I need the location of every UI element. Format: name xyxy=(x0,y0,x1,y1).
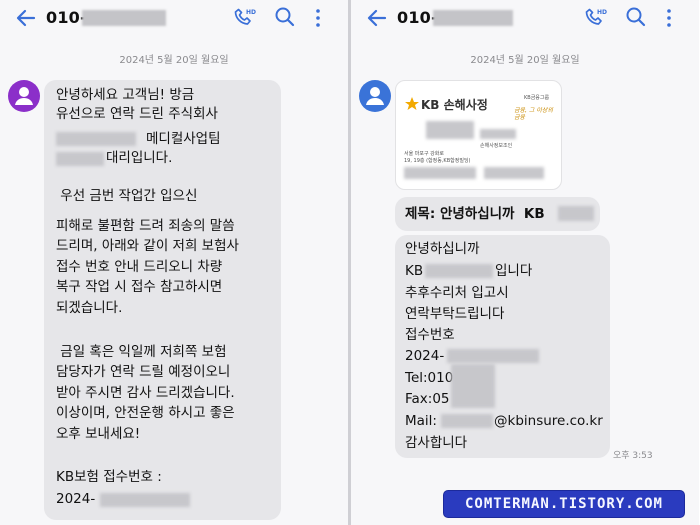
message-line: 추후수리처 입고시 xyxy=(405,285,509,301)
top-bar: 010- HD xyxy=(0,0,348,36)
message-line: 담당자가 연락 드릴 예정이오니 xyxy=(56,364,231,380)
message-line: 감사합니다 xyxy=(405,435,468,451)
date-divider: 2024년 5월 20일 월요일 xyxy=(119,55,229,66)
message-line: 피해로 불편함 드려 죄송의 말씀 xyxy=(56,218,235,234)
message-line: KB보험 접수번호 : xyxy=(56,469,162,485)
message-line: Mail: xyxy=(405,413,437,429)
contact-number-title: 010- xyxy=(46,8,87,27)
message-line: 받아 주시면 감사 드리겠습니다. xyxy=(56,385,235,401)
contact-avatar[interactable] xyxy=(359,80,391,112)
message-line: 유선으로 연락 드린 주식회사 xyxy=(56,106,218,122)
redacted-number-blur xyxy=(82,10,166,26)
more-options-icon[interactable] xyxy=(663,6,675,30)
message-line: 되겠습니다. xyxy=(56,300,123,316)
search-icon[interactable] xyxy=(274,6,296,28)
message-line: 오후 보내세요! xyxy=(56,426,141,442)
kb-slogan: 금융, 그 이상의 금융 xyxy=(514,107,553,121)
kb-star-logo-icon xyxy=(405,97,419,110)
kb-group-text: KB금융그룹 xyxy=(524,95,550,101)
message-line: 복구 작업 시 접수 참고하시면 xyxy=(56,279,223,295)
message-line: 입니다 xyxy=(495,263,533,279)
message-timestamp: 오후 3:53 xyxy=(613,451,653,461)
message-line: 대리입니다. xyxy=(106,150,173,166)
svg-text:HD: HD xyxy=(597,9,607,16)
search-icon[interactable] xyxy=(625,6,647,28)
kb-logo-text: KB 손해사정 xyxy=(421,98,488,112)
message-line: Fax:05 xyxy=(405,391,450,407)
redacted-text-blur xyxy=(426,121,474,139)
message-line: 2024- xyxy=(405,348,445,364)
message-line: 우선 금번 작업간 입으신 xyxy=(56,188,198,204)
card-dept: 손해사정보조인 xyxy=(480,143,513,149)
top-bar: 010- HD xyxy=(351,0,699,36)
contact-avatar[interactable] xyxy=(8,80,40,112)
card-address: 서울 마포구 강화로 xyxy=(404,151,444,157)
more-options-icon[interactable] xyxy=(312,6,324,30)
conversation-panel-left: 010- HD 2024년 5월 20일 월요일 안녕하세요 고객님! 방금 유… xyxy=(0,0,348,525)
redacted-text-blur xyxy=(100,493,190,507)
redacted-text-blur xyxy=(425,264,493,278)
message-line: @kbinsure.co.kr xyxy=(494,413,603,429)
contact-number-title: 010- xyxy=(397,8,438,27)
message-line: Tel:010 xyxy=(405,370,454,386)
message-line: KB xyxy=(405,263,424,279)
back-arrow-icon[interactable] xyxy=(14,6,38,30)
redacted-text-blur xyxy=(480,129,516,139)
conversation-panel-right: 010- HD 2024년 5월 20일 월요일 KB 손해사정 KB금융그룹 … xyxy=(351,0,699,525)
message-subject: 제목: 안녕하십니까 KB xyxy=(405,206,545,222)
card-address: 19, 19층 (합정동,KB합정빌딩) xyxy=(404,158,471,164)
message-line: 접수번호 xyxy=(405,327,455,343)
redacted-text-blur xyxy=(56,152,104,166)
message-line: 안녕하십니까 xyxy=(405,241,480,257)
redacted-text-blur xyxy=(451,364,495,408)
back-arrow-icon[interactable] xyxy=(365,6,389,30)
redacted-text-blur xyxy=(56,132,136,146)
message-line: 드리며, 아래와 같이 저희 보험사 xyxy=(56,238,239,254)
hd-voice-call-icon[interactable]: HD xyxy=(583,6,607,30)
message-line: 접수 번호 안내 드리오니 차량 xyxy=(56,259,223,275)
person-icon xyxy=(15,87,33,105)
message-line: 이상이며, 안전운행 하시고 좋은 xyxy=(56,405,235,421)
message-line: 메디컬사업팀 xyxy=(146,131,221,147)
hd-voice-call-icon[interactable]: HD xyxy=(232,6,256,30)
redacted-text-blur xyxy=(404,167,476,179)
date-divider: 2024년 5월 20일 월요일 xyxy=(470,55,580,66)
redacted-text-blur xyxy=(558,206,594,221)
redacted-text-blur xyxy=(447,349,539,363)
message-line: 안녕하세요 고객님! 방금 xyxy=(56,87,195,103)
business-card-image[interactable]: KB 손해사정 KB금융그룹 금융, 그 이상의 금융 손해사정보조인 서울 마… xyxy=(395,80,562,190)
message-line: 2024- xyxy=(56,491,96,507)
redacted-number-blur xyxy=(433,10,513,26)
svg-text:HD: HD xyxy=(246,9,256,16)
watermark-banner: COMTERMAN.TISTORY.COM xyxy=(443,490,685,518)
redacted-text-blur xyxy=(484,167,544,179)
message-line: 연락부탁드립니다 xyxy=(405,306,505,322)
message-line: 금일 혹은 익일께 저희쪽 보험 xyxy=(56,344,227,360)
redacted-text-blur xyxy=(441,414,493,428)
person-icon xyxy=(366,87,384,105)
